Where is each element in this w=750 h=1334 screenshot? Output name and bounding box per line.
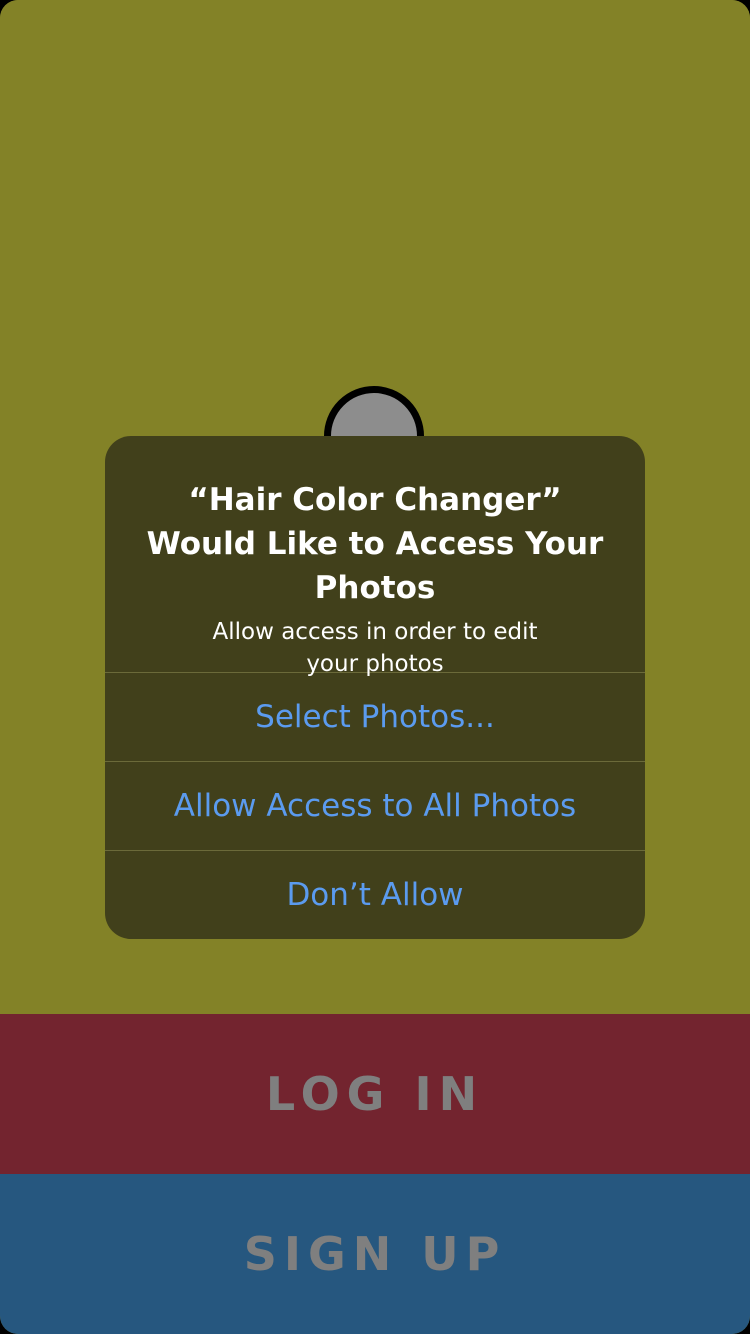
alert-message: Allow access in order to edit your photo… [212, 619, 538, 677]
dont-allow-button[interactable]: Don’t Allow [105, 850, 645, 939]
app-screen: LOG IN SIGN UP “Hair Color Changer” Woul… [0, 0, 750, 1334]
select-photos-button[interactable]: Select Photos... [105, 672, 645, 761]
alert-header: “Hair Color Changer” Would Like to Acces… [105, 436, 645, 677]
allow-all-photos-button[interactable]: Allow Access to All Photos [105, 761, 645, 850]
photo-permission-alert: “Hair Color Changer” Would Like to Acces… [105, 436, 645, 939]
alert-title: “Hair Color Changer” Would Like to Acces… [146, 482, 604, 606]
